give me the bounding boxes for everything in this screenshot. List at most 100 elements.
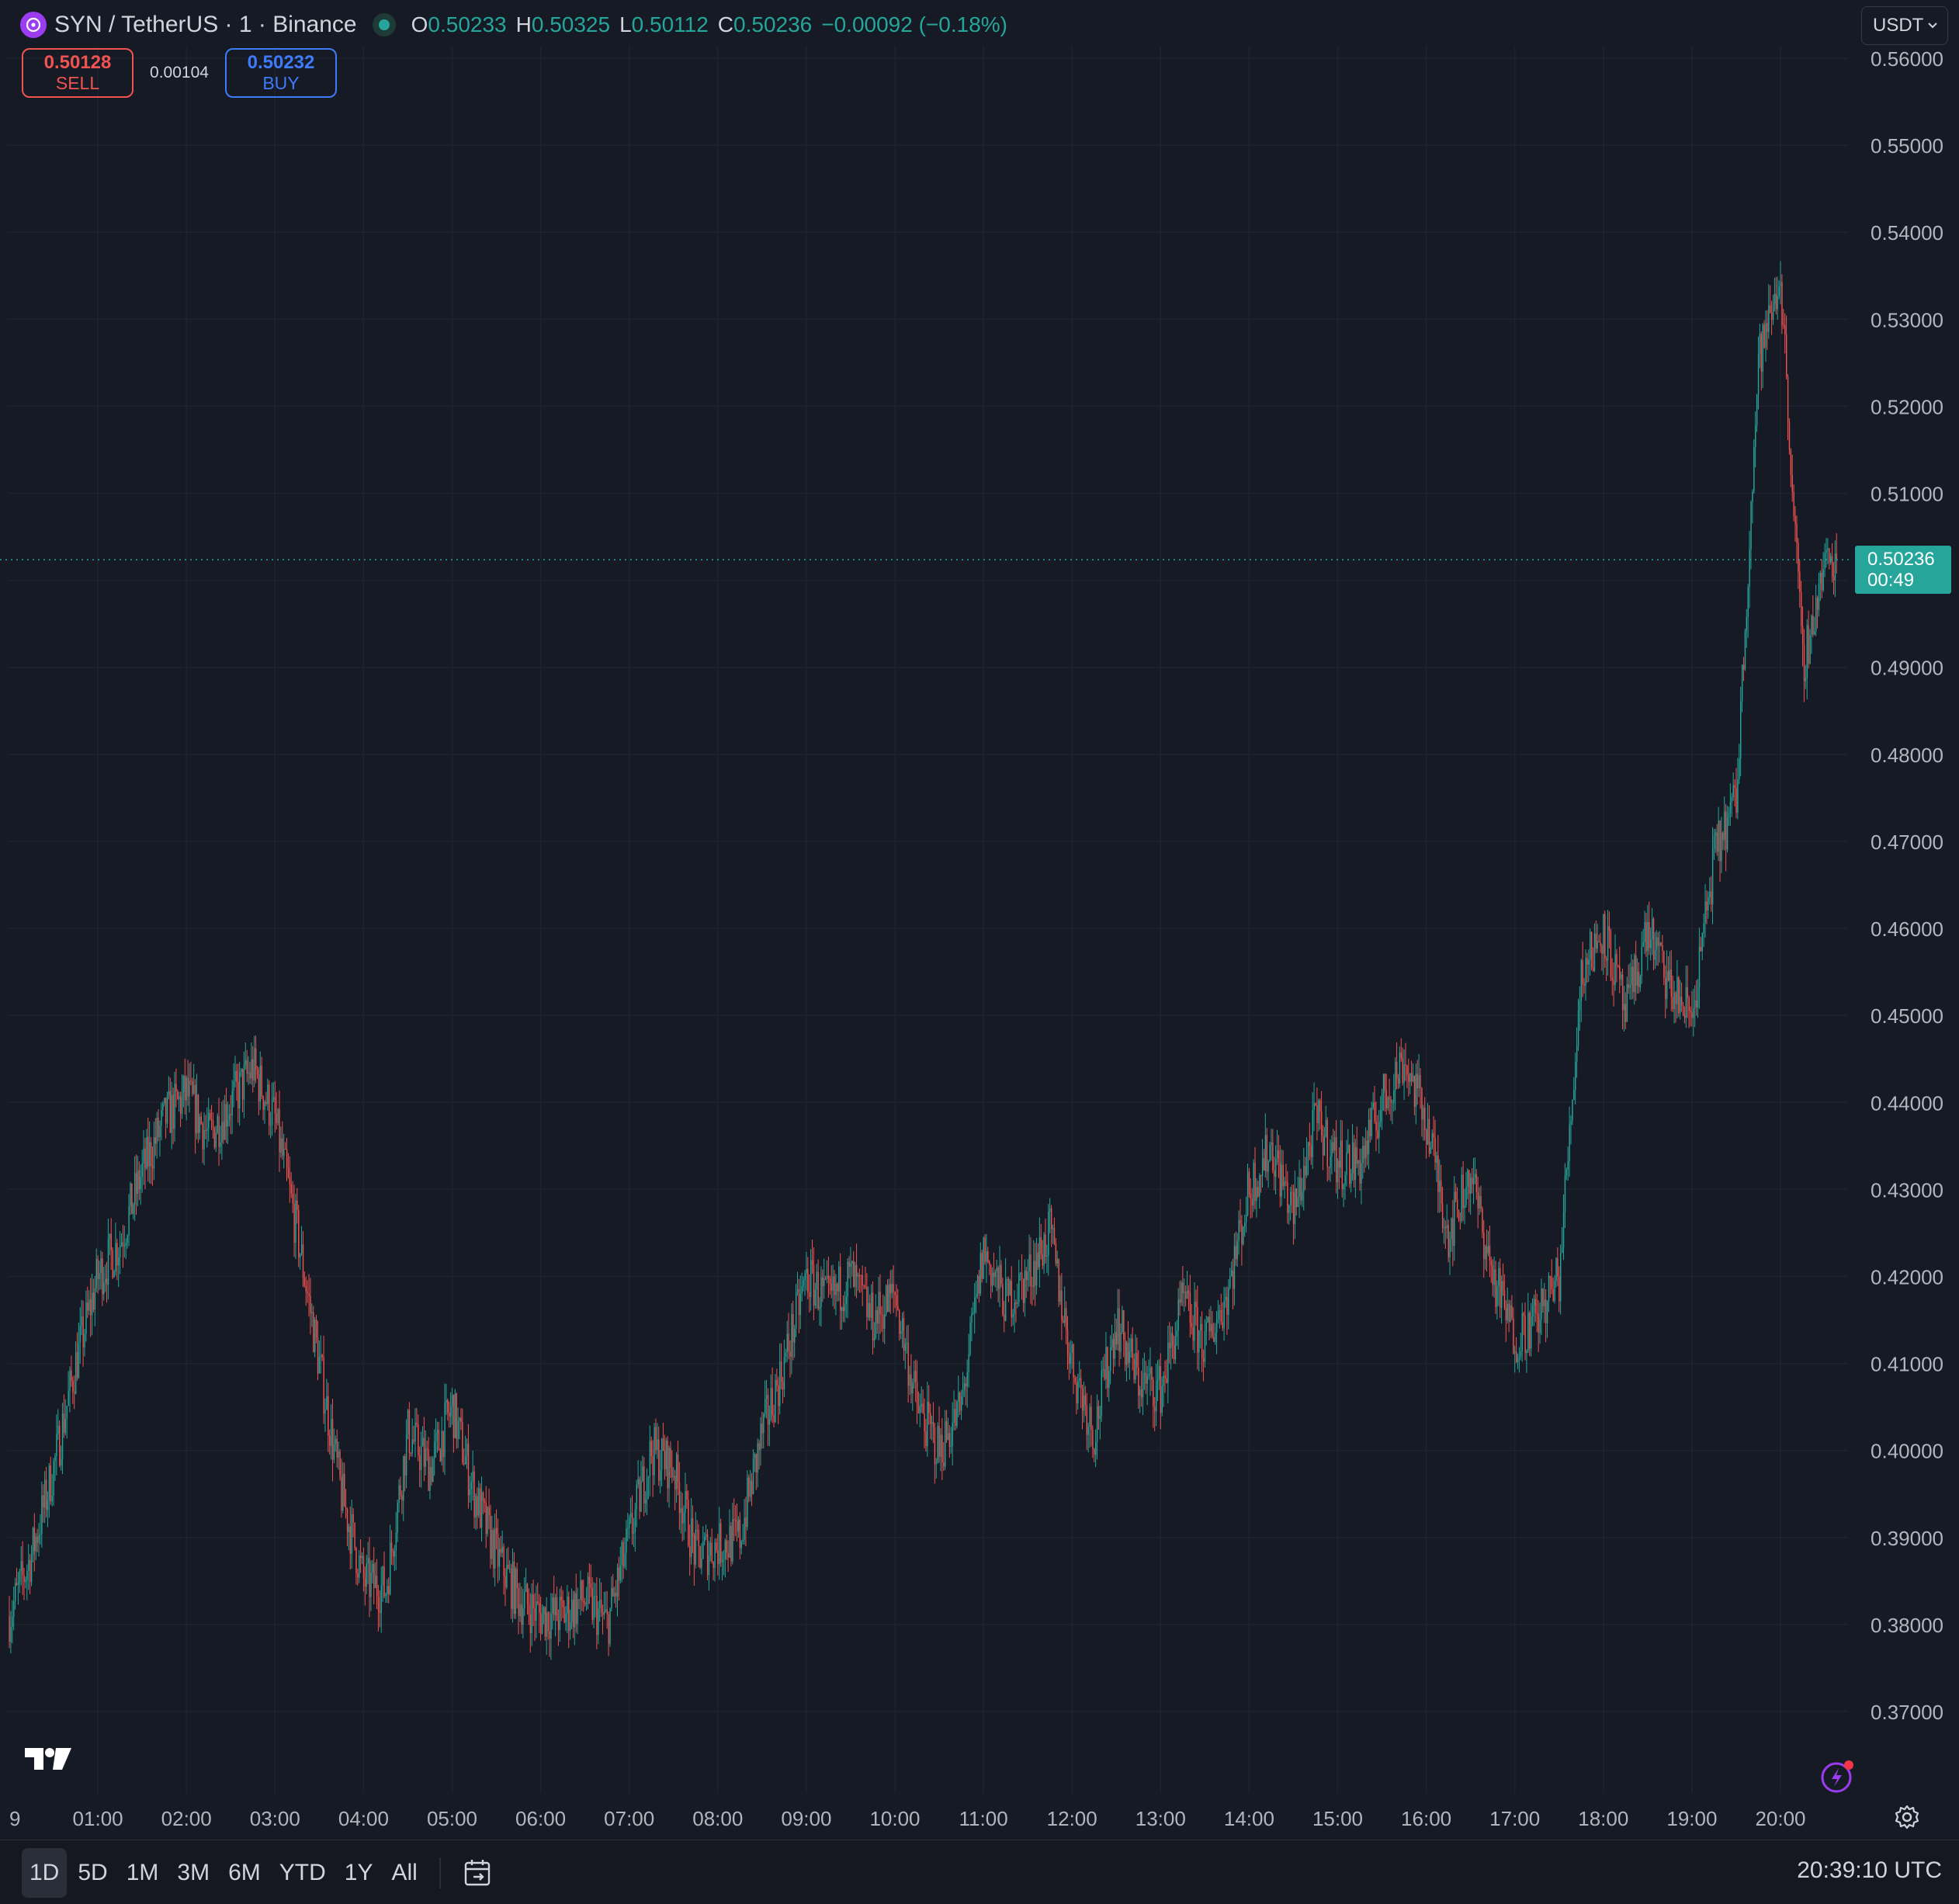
price-axis[interactable]: 0.56000 0.55000 0.54000 0.53000 0.52000 0.510…	[1871, 47, 1943, 1724]
candle	[997, 1265, 999, 1302]
candle	[907, 1324, 909, 1403]
candle	[1704, 883, 1706, 938]
range-tab-1m[interactable]: 1M	[119, 1848, 167, 1898]
range-tab-3m[interactable]: 3M	[169, 1848, 217, 1898]
candle	[608, 1611, 609, 1656]
candle	[1495, 1261, 1496, 1314]
candle	[1505, 1300, 1507, 1342]
candle	[1105, 1331, 1107, 1389]
candle	[118, 1247, 120, 1288]
candle	[991, 1267, 993, 1292]
gear-icon[interactable]	[1894, 1804, 1920, 1834]
candle	[1464, 1188, 1465, 1225]
buy-button[interactable]: 0.50232 BUY	[225, 48, 337, 98]
candle	[95, 1248, 97, 1292]
range-tab-6m[interactable]: 6M	[220, 1848, 269, 1898]
candle	[534, 1593, 536, 1642]
candle	[1208, 1309, 1210, 1340]
tradingview-logo-icon[interactable]	[25, 1746, 73, 1777]
candle	[272, 1082, 275, 1103]
range-tab-1d[interactable]: 1D	[22, 1848, 68, 1898]
candle	[989, 1260, 990, 1275]
candle	[1753, 439, 1755, 494]
candle	[1406, 1064, 1408, 1088]
currency-selector[interactable]: USDT	[1861, 6, 1948, 45]
candle	[745, 1496, 747, 1547]
candle	[345, 1489, 347, 1519]
utc-clock[interactable]: 20:39:10 UTC	[1797, 1857, 1942, 1884]
candle	[650, 1436, 653, 1464]
candle	[884, 1295, 886, 1344]
time-axis[interactable]: 9 01:00 02:00 03:00 04:00 05:00 06:00 07:00 08:0…	[9, 1807, 1806, 1830]
price-tick-label: 0.42000	[1871, 1265, 1943, 1288]
candle	[1246, 1164, 1249, 1217]
candle	[233, 1063, 234, 1108]
candle	[403, 1455, 404, 1521]
candle	[305, 1276, 307, 1306]
candle	[134, 1156, 136, 1222]
candle	[1256, 1177, 1257, 1218]
candle	[1809, 629, 1811, 665]
time-tick-label: 12:00	[1047, 1807, 1097, 1830]
candle	[1781, 274, 1783, 335]
price-chart[interactable]: 0.56000 0.55000 0.54000 0.53000 0.52000 0.510…	[0, 0, 1959, 1840]
candle	[172, 1087, 174, 1145]
candle	[1129, 1337, 1131, 1380]
range-tab-5d[interactable]: 5D	[70, 1848, 115, 1898]
candle	[568, 1591, 570, 1649]
candle	[1007, 1276, 1010, 1302]
candle	[755, 1453, 758, 1490]
candle	[1418, 1053, 1420, 1098]
candle	[1439, 1159, 1441, 1213]
candle	[1536, 1293, 1538, 1333]
calendar-goto-icon[interactable]	[455, 1848, 501, 1898]
candle	[660, 1450, 661, 1494]
candle	[1534, 1289, 1537, 1323]
candle	[485, 1486, 487, 1549]
candle	[1579, 986, 1581, 1031]
candle	[1148, 1359, 1149, 1380]
candle	[45, 1466, 47, 1518]
sell-button[interactable]: 0.50128 SELL	[22, 48, 133, 98]
chart-area[interactable]: 0.56000 0.55000 0.54000 0.53000 0.52000 0.510…	[0, 0, 1959, 1840]
candle	[390, 1530, 393, 1565]
candle	[208, 1098, 210, 1142]
candle	[642, 1455, 643, 1483]
candle	[1272, 1129, 1274, 1174]
candle	[1380, 1096, 1382, 1128]
range-tab-all[interactable]: All	[383, 1848, 425, 1898]
candle	[841, 1306, 843, 1330]
symbol-legend: SYN / TetherUS · 1 · Binance O0.50233 H0…	[20, 8, 1007, 42]
synapse-logo-icon[interactable]	[20, 12, 47, 38]
candle	[605, 1591, 607, 1613]
candle	[1777, 276, 1778, 320]
candle	[563, 1600, 565, 1624]
candle	[1035, 1237, 1038, 1295]
time-tick-label: 15:00	[1312, 1807, 1363, 1830]
range-tab-ytd[interactable]: YTD	[272, 1848, 334, 1898]
candle	[493, 1528, 494, 1578]
candle	[614, 1587, 615, 1604]
candle	[1357, 1160, 1359, 1176]
candle	[1448, 1219, 1449, 1263]
candle	[1077, 1373, 1079, 1410]
candle	[359, 1539, 362, 1573]
candle	[454, 1389, 456, 1439]
candle	[930, 1403, 931, 1440]
range-tab-1y[interactable]: 1Y	[337, 1848, 381, 1898]
lightning-icon[interactable]	[1819, 1757, 1857, 1798]
candle	[110, 1218, 113, 1270]
candle	[1230, 1261, 1233, 1277]
candle	[30, 1545, 33, 1587]
candle	[1565, 1167, 1568, 1181]
candle	[1822, 551, 1824, 592]
buy-price: 0.50232	[247, 52, 315, 73]
candle	[269, 1112, 272, 1139]
candle	[64, 1399, 67, 1436]
candle	[1575, 1053, 1576, 1105]
candle	[1670, 950, 1673, 1011]
symbol-title[interactable]: SYN / TetherUS · 1 · Binance	[54, 12, 357, 38]
candle	[525, 1568, 527, 1593]
candle	[1667, 956, 1669, 982]
candle	[372, 1559, 373, 1583]
